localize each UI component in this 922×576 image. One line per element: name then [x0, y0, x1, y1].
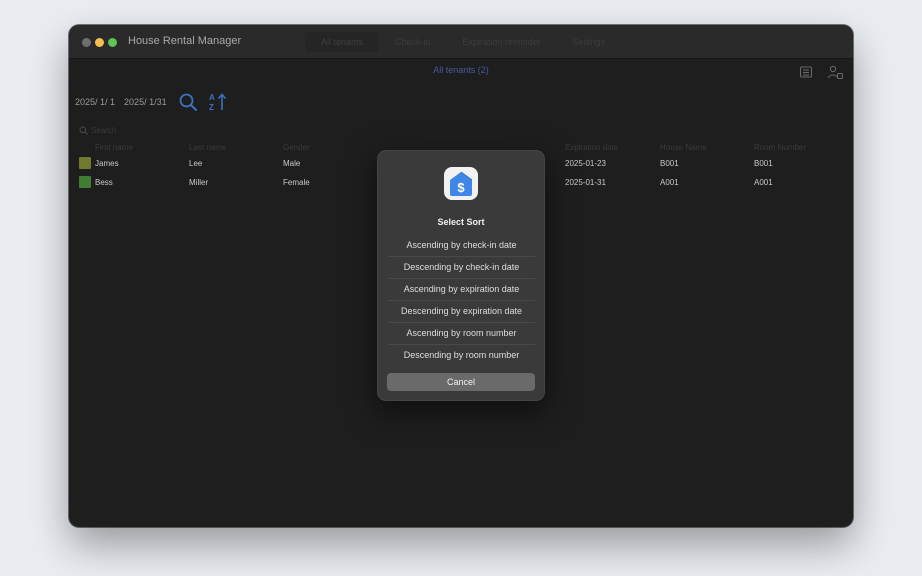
tab-all-tenants[interactable]: All tenants	[305, 32, 380, 52]
sort-option-asc-check-in[interactable]: Ascending by check-in date	[388, 235, 535, 257]
sort-option-desc-expiration[interactable]: Descending by expiration date	[388, 301, 535, 323]
title-bar[interactable]: House Rental Manager All tenants Check-i…	[69, 25, 853, 59]
sort-option-desc-room-number[interactable]: Descending by room number	[388, 345, 535, 366]
tab-expiration-reminder[interactable]: Expiration reminder	[447, 32, 557, 52]
minimize-window-button[interactable]	[95, 38, 104, 47]
tab-settings[interactable]: Settings	[557, 32, 622, 52]
tab-check-in[interactable]: Check-in	[379, 32, 447, 52]
sort-option-asc-expiration[interactable]: Ascending by expiration date	[388, 279, 535, 301]
select-sort-dialog: $ Select Sort Ascending by check-in date…	[377, 150, 545, 401]
sort-options-list: Ascending by check-in date Descending by…	[388, 235, 535, 366]
house-dollar-icon: $	[444, 167, 478, 200]
cancel-button[interactable]: Cancel	[387, 373, 535, 391]
sort-option-desc-check-in[interactable]: Descending by check-in date	[388, 257, 535, 279]
maximize-window-button[interactable]	[108, 38, 117, 47]
svg-text:$: $	[457, 180, 465, 195]
desktop: House Rental Manager All tenants Check-i…	[0, 0, 922, 576]
app-title: House Rental Manager	[128, 35, 242, 47]
tab-bar: All tenants Check-in Expiration reminder…	[305, 32, 621, 52]
close-window-button[interactable]	[82, 38, 91, 47]
dialog-title: Select Sort	[437, 217, 485, 227]
sort-option-asc-room-number[interactable]: Ascending by room number	[388, 323, 535, 345]
